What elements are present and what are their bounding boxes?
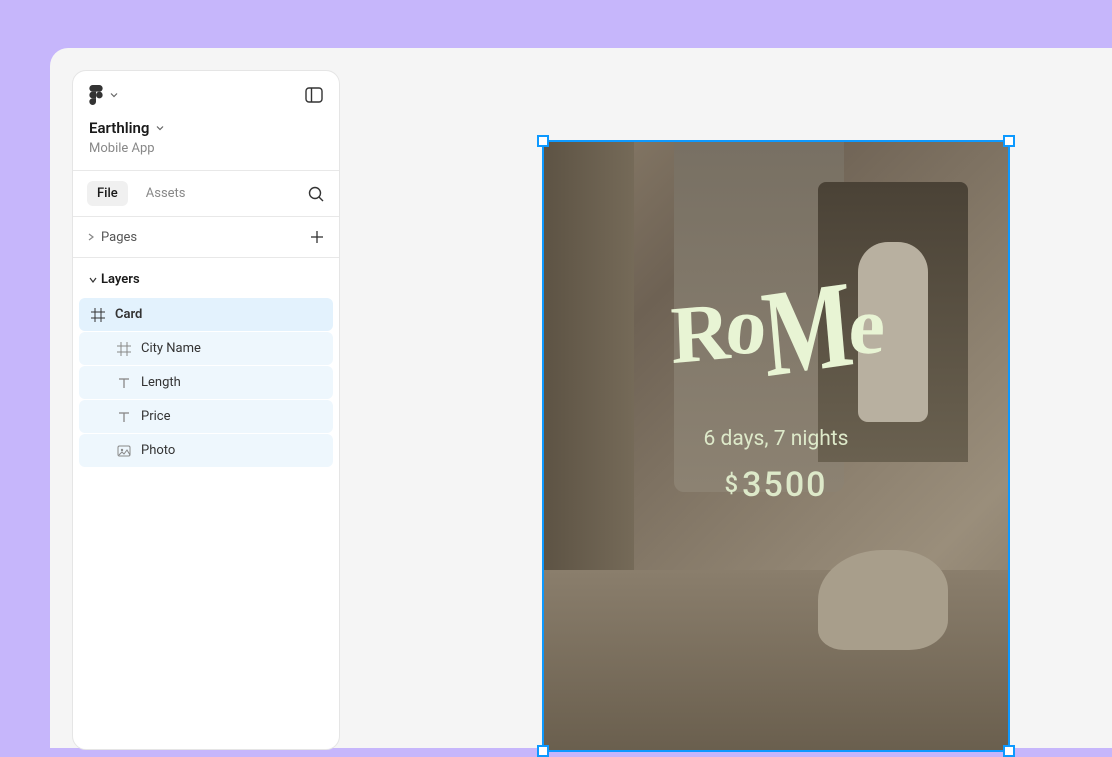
layer-label: Length [141, 375, 181, 390]
selection-handle-br[interactable] [1003, 745, 1015, 757]
chevron-down-icon [109, 90, 119, 100]
pages-label: Pages [101, 230, 137, 245]
layer-label: City Name [141, 341, 201, 356]
layer-label: Price [141, 409, 170, 424]
chevron-right-icon [87, 232, 95, 242]
layer-label: Card [115, 307, 142, 322]
project-info: Earthling Mobile App [73, 117, 339, 170]
layers-header[interactable]: Layers [79, 270, 333, 297]
card-photo: RoMe 6 days, 7 nights $3500 [544, 142, 1008, 750]
search-icon[interactable] [307, 185, 325, 203]
layer-length[interactable]: Length [79, 366, 333, 399]
canvas-frame-card[interactable]: RoMe 6 days, 7 nights $3500 [542, 140, 1010, 752]
chevron-down-icon [155, 123, 165, 133]
frame-icon [91, 308, 105, 322]
chevron-down-icon [89, 275, 97, 285]
layers-label: Layers [101, 272, 140, 287]
image-icon [117, 444, 131, 458]
panel-header [73, 71, 339, 117]
layer-label: Photo [141, 443, 175, 458]
selection-handle-tr[interactable] [1003, 135, 1015, 147]
text-icon [117, 376, 131, 390]
add-page-icon[interactable] [309, 229, 325, 245]
layers-section: Layers Card City Name [73, 258, 339, 480]
layer-photo[interactable]: Photo [79, 434, 333, 467]
frame-icon [117, 342, 131, 356]
project-name: Earthling [89, 119, 149, 137]
project-subtitle: Mobile App [89, 141, 323, 156]
project-name-button[interactable]: Earthling [89, 119, 323, 137]
card-city-name: RoMe [670, 263, 882, 380]
layer-price[interactable]: Price [79, 400, 333, 433]
card-length: 6 days, 7 nights [703, 427, 848, 451]
figma-menu-button[interactable] [89, 85, 119, 105]
selection-handle-tl[interactable] [537, 135, 549, 147]
panel-tabs: File Assets [73, 170, 339, 217]
layer-city-name[interactable]: City Name [79, 332, 333, 365]
pages-section[interactable]: Pages [73, 217, 339, 258]
app-window: Earthling Mobile App File Assets Pages [50, 48, 1112, 748]
tab-file[interactable]: File [87, 181, 128, 206]
card-content: RoMe 6 days, 7 nights $3500 [544, 142, 1008, 750]
text-icon [117, 410, 131, 424]
layer-card[interactable]: Card [79, 298, 333, 331]
card-price: $3500 [725, 465, 828, 505]
selection-handle-bl[interactable] [537, 745, 549, 757]
figma-logo-icon [89, 85, 103, 105]
panel-toggle-icon[interactable] [305, 87, 323, 103]
layers-panel: Earthling Mobile App File Assets Pages [72, 70, 340, 750]
tab-assets[interactable]: Assets [136, 181, 196, 206]
